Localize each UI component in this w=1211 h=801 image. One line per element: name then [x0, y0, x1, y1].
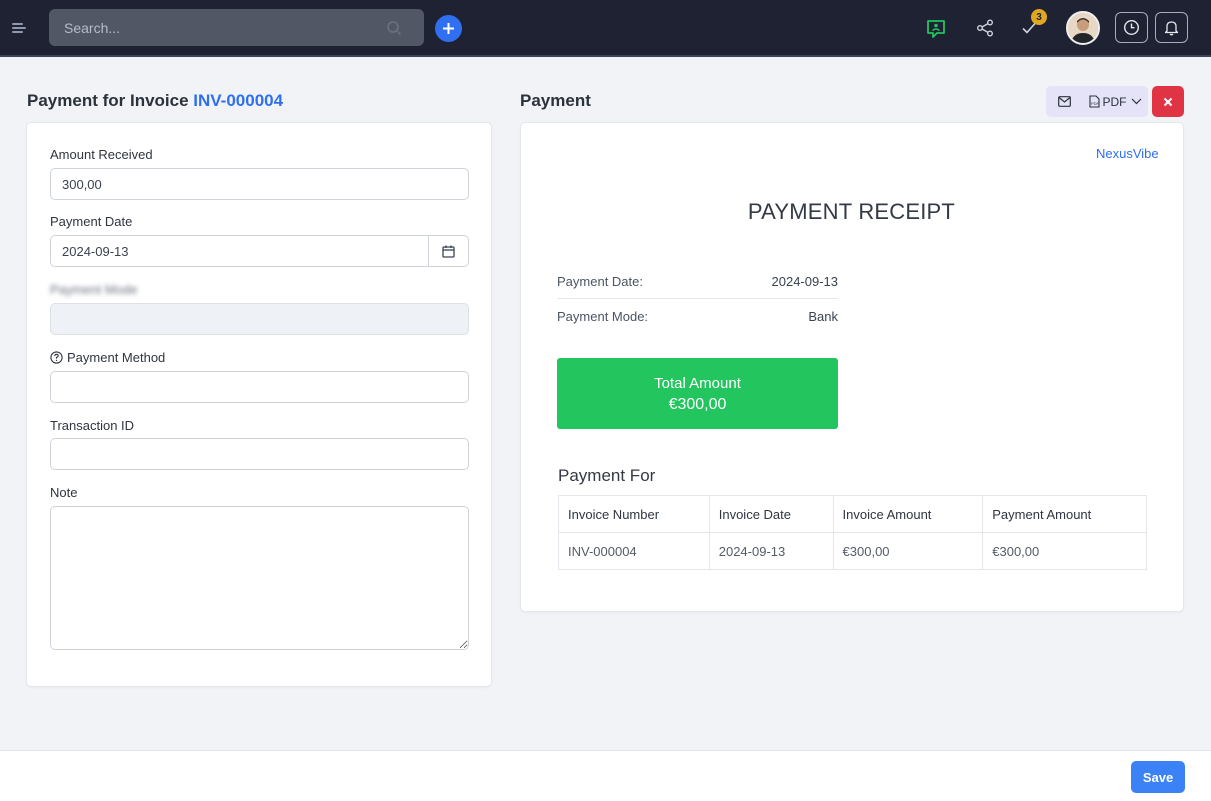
payment-date-key: Payment Date: — [557, 273, 643, 289]
payment-mode-key: Payment Mode: — [557, 309, 649, 324]
payment-date-value: 2024-09-13 — [771, 273, 839, 289]
table-cell: INV-000004 — [558, 532, 710, 570]
brand-link[interactable]: NexusVibe — [1096, 146, 1159, 161]
total-amount-label: Total Amount — [654, 375, 741, 392]
top-navbar: 3 — [0, 0, 1211, 57]
page-title-prefix: Payment for Invoice — [27, 91, 194, 110]
total-amount-box: Total Amount €300,00 — [557, 358, 838, 429]
chat-button[interactable] — [924, 17, 948, 41]
column-header: Invoice Amount — [832, 495, 984, 533]
table-cell: €300,00 — [982, 532, 1147, 570]
payment-title: Payment — [520, 91, 591, 110]
save-button[interactable]: Save — [1131, 761, 1185, 793]
search-icon[interactable] — [386, 20, 402, 36]
column-header: Payment Amount — [982, 495, 1147, 533]
bell-icon — [1164, 21, 1179, 36]
add-button[interactable] — [435, 15, 462, 42]
receipt-info-row: Payment Mode: Bank — [557, 299, 838, 334]
column-header: Invoice Number — [558, 495, 710, 533]
help-icon[interactable] — [50, 351, 63, 364]
email-button[interactable] — [1046, 86, 1082, 117]
payment-mode-label: Payment Mode — [50, 282, 138, 297]
share-button[interactable] — [974, 17, 996, 39]
note-textarea[interactable] — [50, 506, 469, 650]
receipt-toolbar: PDF PDF — [1046, 86, 1148, 117]
chevron-down-icon — [1131, 98, 1141, 105]
transaction-id-input[interactable] — [50, 438, 469, 470]
invoice-number-link[interactable]: INV-000004 — [193, 91, 283, 110]
page-title: Payment for Invoice INV-000004 — [27, 91, 283, 111]
clock-icon — [1123, 19, 1140, 36]
payment-method-label-row: Payment Method — [50, 350, 165, 365]
payment-mode-input[interactable] — [50, 303, 469, 335]
receipt-info-row: Payment Date: 2024-09-13 — [557, 264, 838, 299]
table-cell: €300,00 — [832, 532, 984, 570]
table-cell: 2024-09-13 — [708, 532, 834, 570]
pdf-dropdown-button[interactable]: PDF PDF — [1082, 86, 1148, 117]
transaction-id-label: Transaction ID — [50, 418, 135, 433]
notifications-button[interactable] — [1155, 12, 1188, 43]
search-input[interactable] — [49, 9, 386, 46]
total-amount-value: €300,00 — [668, 396, 727, 413]
column-header: Invoice Date — [708, 495, 834, 533]
close-icon — [1163, 97, 1173, 106]
menu-icon[interactable] — [12, 20, 28, 36]
payment-method-input[interactable] — [50, 371, 469, 403]
table-row: INV-000004 2024-09-13 €300,00 €300,00 — [558, 532, 1147, 570]
calendar-button[interactable] — [428, 236, 468, 266]
payment-date-input[interactable] — [51, 236, 428, 266]
payment-date-label: Payment Date — [50, 214, 133, 229]
plus-icon — [443, 23, 454, 34]
pdf-label: PDF — [1102, 94, 1127, 109]
table-header-row: Invoice Number Invoice Date Invoice Amou… — [558, 495, 1147, 533]
payment-for-title: Payment For — [558, 466, 656, 485]
chat-icon — [927, 20, 945, 38]
search-box — [49, 9, 424, 46]
notification-badge: 3 — [1031, 9, 1047, 25]
avatar[interactable] — [1066, 11, 1100, 45]
envelope-icon — [1057, 96, 1071, 107]
timer-button[interactable] — [1115, 12, 1148, 43]
user-avatar-icon — [1068, 13, 1098, 43]
footer-bar — [0, 750, 1211, 801]
close-button[interactable] — [1152, 86, 1184, 117]
payment-form-card: Amount Received Payment Date Payment Mod… — [26, 122, 492, 687]
payment-method-label: Payment Method — [67, 350, 166, 365]
payment-date-field — [50, 235, 469, 267]
receipt-title: PAYMENT RECEIPT — [747, 199, 956, 224]
payment-mode-value: Bank — [808, 309, 838, 324]
calendar-icon — [442, 245, 455, 258]
amount-received-label: Amount Received — [50, 147, 153, 162]
amount-received-input[interactable] — [50, 168, 469, 200]
note-label: Note — [50, 485, 78, 500]
payment-for-table: Invoice Number Invoice Date Invoice Amou… — [558, 495, 1147, 570]
share-icon — [977, 19, 993, 37]
pdf-file-icon: PDF — [1088, 95, 1100, 108]
svg-text:PDF: PDF — [1091, 101, 1100, 106]
